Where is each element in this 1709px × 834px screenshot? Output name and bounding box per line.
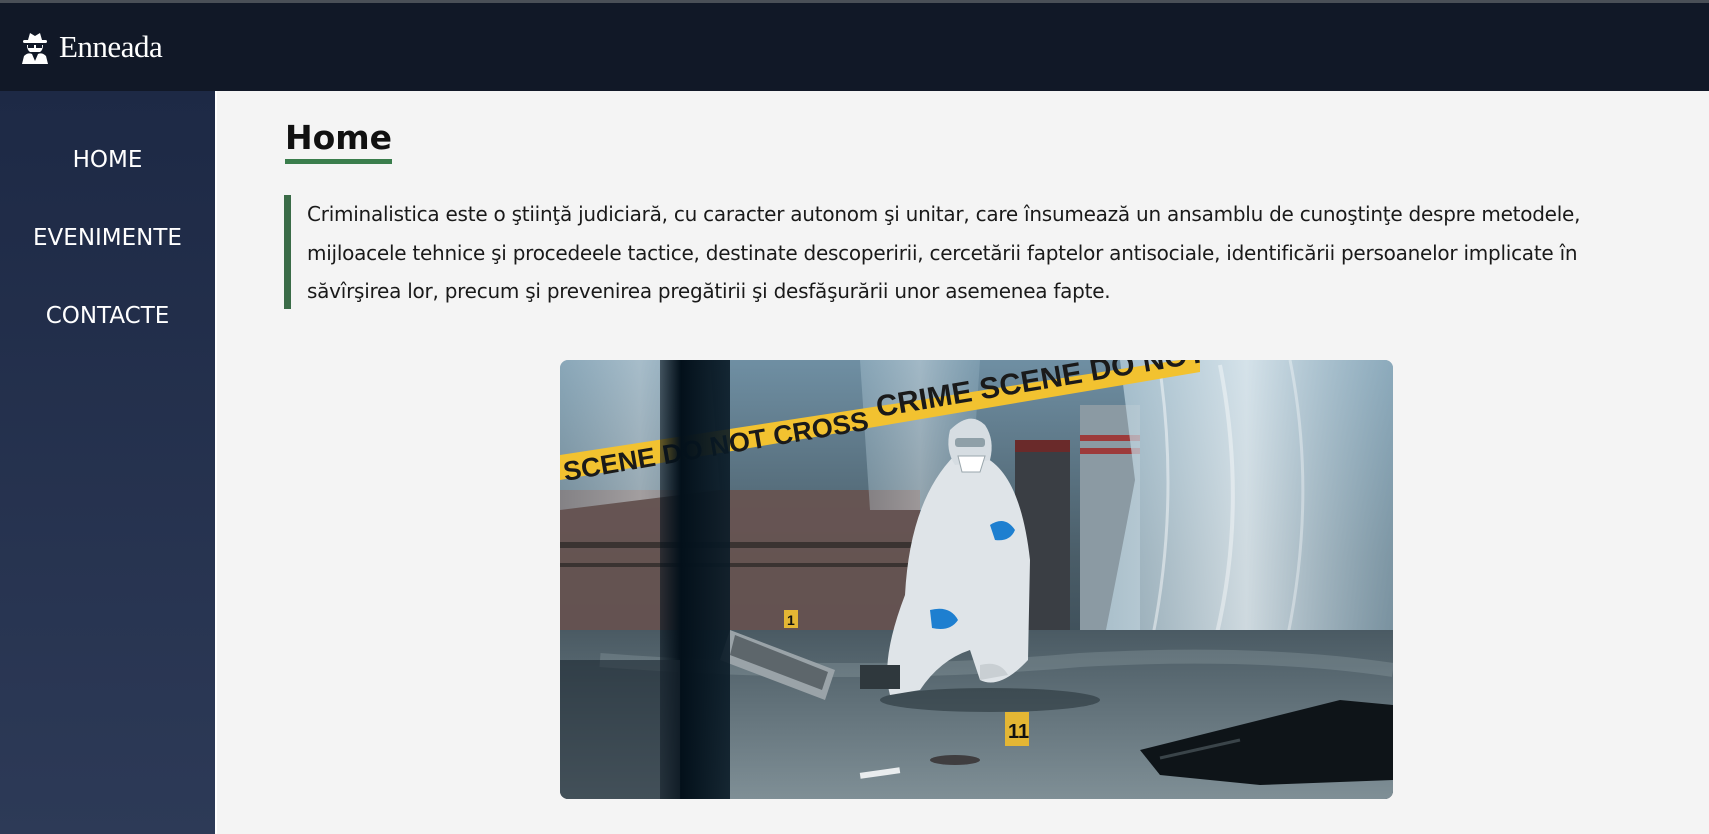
sidebar-nav: HOME EVENIMENTE CONTACTE xyxy=(0,91,215,381)
intro-text: Criminalistica este o ştiinţă judiciară,… xyxy=(307,202,1581,303)
spy-icon xyxy=(22,33,48,64)
brand-link[interactable]: Enneada xyxy=(20,29,163,65)
main-content: Home Criminalistica este o ştiinţă judic… xyxy=(217,91,1709,834)
sidebar-item-evenimente[interactable]: EVENIMENTE xyxy=(0,225,215,303)
brand-name: Enneada xyxy=(59,29,163,64)
crime-scene-photo: SCENE DO NOT CROSS CRIME SCENE DO NOT 1 … xyxy=(560,360,1393,799)
top-header: Enneada xyxy=(0,3,1709,91)
sidebar-item-contacte[interactable]: CONTACTE xyxy=(0,303,215,381)
sidebar-item-home[interactable]: HOME xyxy=(0,147,215,225)
intro-quote: Criminalistica este o ştiinţă judiciară,… xyxy=(284,195,1674,309)
svg-text:1: 1 xyxy=(787,612,795,628)
svg-text:11: 11 xyxy=(1008,721,1029,743)
sidebar: HOME EVENIMENTE CONTACTE xyxy=(0,91,215,834)
page-title: Home xyxy=(285,119,393,164)
